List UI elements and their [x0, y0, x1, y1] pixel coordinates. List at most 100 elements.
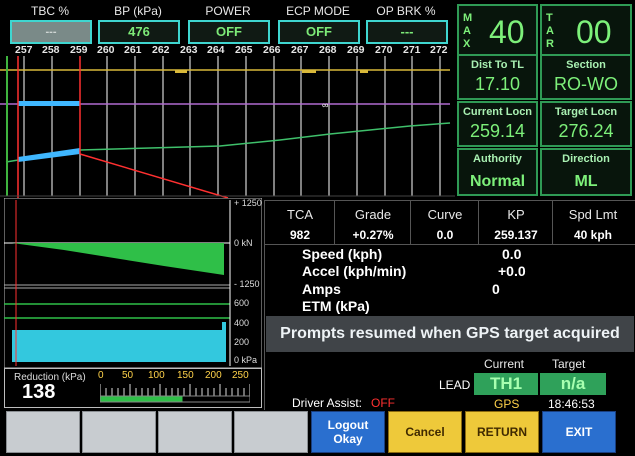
soft-key-1[interactable] [6, 411, 80, 453]
bp-value: 476 [98, 20, 180, 44]
spdlmt-value: 40 kph [573, 228, 612, 242]
km-tick: 262 [152, 44, 170, 56]
target-locn-title: Target Locn [554, 106, 618, 118]
target-header: Target [552, 357, 586, 371]
elevation-line [5, 122, 451, 163]
amps-label: Amps [302, 281, 341, 297]
tca-value: 982 [289, 228, 311, 242]
accel-label: Accel (kph/min) [302, 263, 407, 279]
km-tick: 259 [70, 44, 88, 56]
section-value: RO-WO [554, 74, 618, 94]
driver-assist-label: Driver Assist: [292, 396, 363, 410]
direction-box: Direction ML [540, 148, 632, 196]
force-axis-zero: 0 kN [234, 238, 253, 248]
km-tick: 271 [403, 44, 421, 56]
return-button[interactable]: RETURN [465, 411, 539, 453]
accel-value: +0.0 [498, 263, 526, 279]
km-tick: 270 [375, 44, 393, 56]
curve-value: 0.0 [436, 228, 454, 242]
track-profile: ∞ [0, 56, 455, 198]
reduction-tick: 150 [177, 370, 194, 381]
lead-time: 18:46:53 [548, 397, 595, 411]
km-tick: 267 [291, 44, 309, 56]
reduction-gauge [100, 384, 250, 403]
reduction-value: 138 [22, 381, 56, 403]
current-locn-box: Current Locn 259.14 [457, 101, 538, 147]
km-tick: 261 [124, 44, 142, 56]
reduction-tick: 100 [148, 370, 165, 381]
lead-current: TH1 [474, 373, 538, 395]
max-speed-box: M A X 40 [457, 4, 538, 56]
grade-value: +0.27% [352, 228, 394, 242]
reduction-tick: 200 [205, 370, 222, 381]
force-axis-top: + 1250 [234, 198, 262, 208]
target-speed-box: T A R 00 [540, 4, 632, 56]
current-locn-title: Current Locn [462, 106, 533, 118]
prompt-message: Prompts resumed when GPS target acquired [266, 316, 634, 352]
soft-key-4[interactable] [234, 411, 308, 453]
bp-label: BP (kPa) [114, 4, 162, 18]
opbrk-label: OP BRK % [376, 4, 436, 18]
target-speed-value: 00 [576, 14, 612, 50]
km-tick: 263 [180, 44, 198, 56]
train-marker-curve [18, 101, 80, 106]
tar-letter: R [546, 38, 554, 50]
km-tick: 272 [430, 44, 448, 56]
current-locn-value: 259.14 [469, 121, 526, 141]
reduction-tick: 0 [98, 370, 104, 381]
lead-label: LEAD [439, 378, 471, 392]
cancel-button[interactable]: Cancel [388, 411, 462, 453]
target-locn-value: 276.24 [558, 121, 614, 141]
authority-box: Authority Normal [457, 148, 538, 196]
power-value: OFF [188, 20, 270, 44]
reduction-tick: 50 [122, 370, 134, 381]
tbc-value: --- [10, 20, 92, 44]
reduction-fill [100, 396, 183, 402]
km-tick: 257 [15, 44, 33, 56]
power-label: POWER [205, 4, 251, 18]
force-axis-bottom: - 1250 [234, 279, 260, 289]
opbrk-value: --- [366, 20, 448, 44]
authority-title: Authority [473, 153, 522, 165]
km-tick: 269 [347, 44, 365, 56]
km-tick: 258 [42, 44, 60, 56]
reduction-tick-labels: 0 50 100 150 200 250 [98, 370, 250, 382]
dist-to-tl-box: Dist To TL 17.10 [457, 54, 538, 100]
logout-okay-button[interactable]: Logout Okay [311, 411, 385, 453]
force-pressure-graphs [4, 198, 262, 368]
kp-value: 259.137 [494, 228, 538, 242]
max-letter: X [463, 38, 471, 50]
km-tick: 268 [319, 44, 337, 56]
train-marker-elevation [18, 148, 80, 162]
current-header: Current [484, 357, 525, 371]
ecp-label: ECP MODE [286, 4, 350, 18]
km-tick: 264 [207, 44, 225, 56]
pressure-area [12, 330, 226, 362]
exit-button[interactable]: EXIT [542, 411, 616, 453]
max-letter: A [463, 25, 471, 37]
km-tick: 266 [263, 44, 281, 56]
dist-to-tl-title: Dist To TL [471, 59, 524, 71]
tar-letter: T [546, 12, 553, 24]
driver-assist-value: OFF [371, 396, 395, 410]
kp-header: KP [507, 207, 525, 222]
pressure-axis-400: 400 [234, 318, 250, 328]
target-locn-box: Target Locn 276.24 [540, 101, 632, 147]
soft-key-2[interactable] [82, 411, 156, 453]
tbc-label: TBC % [30, 4, 69, 18]
tar-letter: A [546, 25, 554, 37]
grade-header: Grade [354, 207, 392, 222]
max-speed-value: 40 [489, 14, 525, 50]
soft-key-3[interactable] [158, 411, 232, 453]
speed-value: 0.0 [502, 246, 522, 262]
tca-header: TCA [287, 207, 313, 222]
lead-source: GPS [494, 397, 520, 411]
max-letter: M [463, 12, 473, 24]
direction-value: ML [574, 173, 598, 190]
reduction-tick: 250 [232, 370, 249, 381]
pressure-axis-0: 0 kPa [234, 355, 258, 365]
section-box: Section RO-WO [540, 54, 632, 100]
ecp-value: OFF [278, 20, 360, 44]
etm-label: ETM (kPa) [302, 298, 370, 314]
km-tick: 260 [97, 44, 115, 56]
